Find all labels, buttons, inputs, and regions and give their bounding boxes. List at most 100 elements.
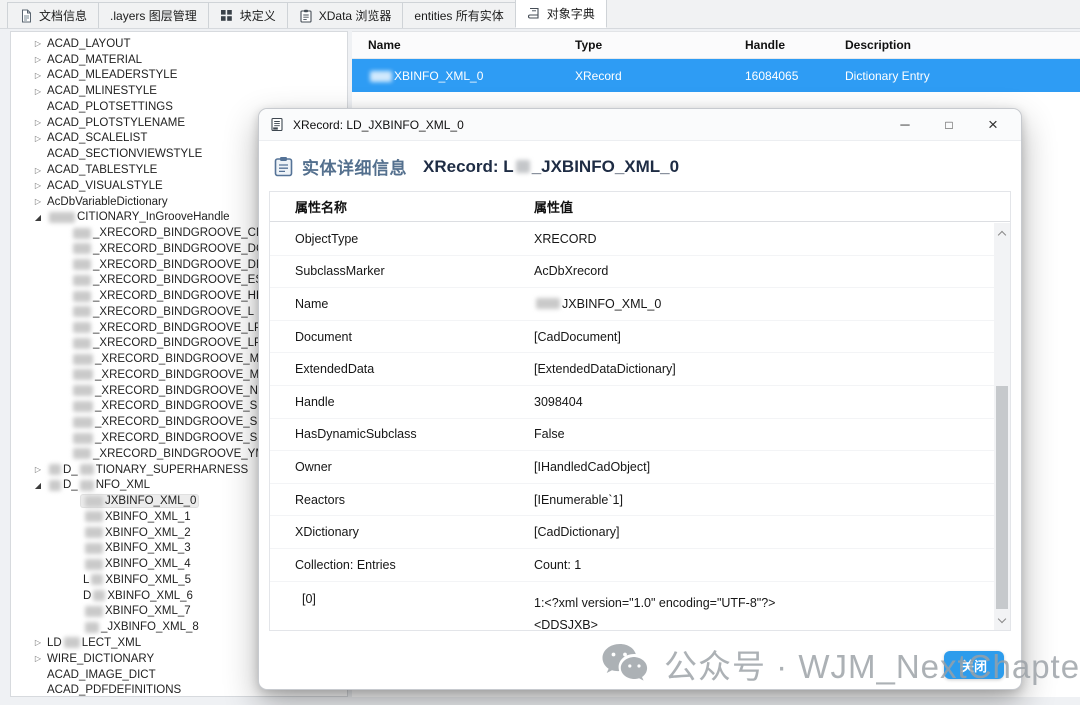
minimize-icon[interactable]: ─ [883,110,927,140]
label-text: XBINFO_XML_0 [394,69,483,83]
redacted-text [80,464,94,475]
scroll-up-icon[interactable] [994,225,1010,241]
label-text: XBINFO_XML_1 [105,511,191,523]
label-text: _XRECORD_BINDGROOVE_S1 [95,400,264,412]
property-value: XRECORD [534,232,994,246]
label-text: TIONARY_SUPERHARNESS [96,464,249,476]
expand-icon[interactable]: ▷ [31,638,45,647]
expand-icon[interactable]: ▷ [31,134,45,143]
dialog-titlebar[interactable]: XRecord: LD_JXBINFO_XML_0 ─□× [259,109,1021,141]
tab-xdata-browser[interactable]: XData 浏览器 [287,2,404,28]
scroll-down-icon[interactable] [994,612,1010,628]
label-text: _XRECORD_BINDGROOVE_MR2 [95,369,274,381]
table-row[interactable]: XBINFO_XML_0XRecord16084065Dictionary En… [352,59,1080,92]
property-value: [CadDocument] [534,330,994,344]
label-text: _XRECORD_BINDGROOVE_S3 [95,432,264,444]
label-text: ACAD_IMAGE_DICT [47,669,156,681]
property-name: Handle [295,395,534,409]
label-text: ACAD_MLINESTYLE [47,85,157,97]
property-name: Document [295,330,534,344]
tree-item-label: XBINFO_XML_3 [81,542,193,554]
tree-item-label: _XRECORD_BINDGROOVE_HR [69,290,266,302]
close-icon[interactable]: × [971,110,1015,140]
property-name: Collection: Entries [295,558,534,572]
property-row: Document[CadDocument] [270,321,994,354]
close-button[interactable]: 关闭 [944,651,1004,679]
redacted-text [64,637,80,648]
redacted-text [536,298,560,309]
expand-icon[interactable]: ▷ [31,87,45,96]
expand-icon[interactable]: ▷ [31,39,45,48]
tree-item-label: _XRECORD_BINDGROOVE_MR2 [69,369,276,381]
properties-table-header: 属性名称 属性值 [270,192,1010,222]
property-value: Count: 1 [534,558,994,572]
property-name: Owner [295,460,534,474]
tab-object-dict[interactable]: 对象字典 [515,0,607,28]
tab-layers[interactable]: .layers 图层管理 [98,2,209,28]
property-name: HasDynamicSubclass [295,427,534,441]
tree-item-label: _XRECORD_BINDGROOVE_N [69,385,260,397]
scrollbar-thumb[interactable] [996,386,1008,609]
label-text: ACAD_MATERIAL [47,54,142,66]
label-text: XBINFO_XML_4 [105,558,191,570]
label-text: XBINFO_XML_5 [105,574,191,586]
label-text: _XRECORD_BINDGROOVE_L [93,306,254,318]
redacted-text [73,306,91,317]
value-line: <DDSJXB> [534,614,994,630]
window-controls: ─□× [883,110,1015,140]
redacted-text [73,243,91,254]
tree-item-label: _XRECORD_BINDGROOVE_MR1 [69,353,276,365]
tree-item[interactable]: ▷ACAD_MATERIAL [11,52,347,68]
tree-item-label: ACAD_SCALELIST [45,132,149,144]
expand-icon[interactable]: ▷ [31,118,45,127]
tree-item-label: _XRECORD_BINDGROOVE_LP2 [69,337,270,349]
tab-doc-info[interactable]: 文档信息 [7,2,99,28]
label-text: _XRECORD_BINDGROOVE_HR [93,290,264,302]
col-handle: Handle [745,38,845,52]
property-row: ObjectTypeXRECORD [270,223,994,256]
cell-type: XRecord [575,69,745,83]
collapse-icon[interactable]: ◢ [31,481,45,490]
label-text: ACAD_PDFDEFINITIONS [47,684,181,696]
redacted-text [73,338,91,349]
property-name: SubclassMarker [295,264,534,278]
tab-entities[interactable]: entities 所有实体 [402,2,515,28]
tree-item-label: _XRECORD_BINDGROOVE_CM [69,227,268,239]
tree-item[interactable]: ▷ACAD_MLEADERSTYLE [11,68,347,84]
tab-label: 块定义 [240,7,276,24]
col-name: Name [368,38,575,52]
tree-item-label: _XRECORD_BINDGROOVE_ESS-C [69,274,285,286]
maximize-icon[interactable]: □ [927,110,971,140]
expand-icon[interactable]: ▷ [31,55,45,64]
tab-block-defs[interactable]: 块定义 [208,2,288,28]
expand-icon[interactable]: ▷ [31,71,45,80]
property-name: [0] [295,592,534,606]
tree-item-label: ACAD_MATERIAL [45,54,144,66]
property-row: Owner[IHandledCadObject] [270,451,994,484]
label-text: XBINFO_XML_6 [107,590,193,602]
expand-icon[interactable]: ▷ [31,465,45,474]
tree-item-label: XBINFO_XML_7 [81,605,193,617]
property-value: JXBINFO_XML_0 [534,297,994,311]
redacted-text [85,527,103,538]
tree-item-label: ACAD_IMAGE_DICT [45,669,158,681]
tree-item-label: LDLECT_XML [45,637,143,649]
redacted-text [49,464,61,475]
tree-item[interactable]: ▷ACAD_MLINESTYLE [11,83,347,99]
tree-item[interactable]: ▷ACAD_LAYOUT [11,36,347,52]
clipboard-icon [299,9,313,23]
redacted-text [73,401,93,412]
label-text: WIRE_DICTIONARY [47,653,154,665]
tree-item-label: XBINFO_XML_2 [81,527,193,539]
scrollbar[interactable] [994,223,1010,630]
collapse-icon[interactable]: ◢ [31,213,45,222]
expand-icon[interactable]: ▷ [31,197,45,206]
tree-item-label: _XRECORD_BINDGROOVE_LP1 [69,322,270,334]
tree-item-label: ACAD_PLOTSTYLENAME [45,117,187,129]
expand-icon[interactable]: ▷ [31,166,45,175]
redacted-text [73,433,93,444]
expand-icon[interactable]: ▷ [31,654,45,663]
property-value: [ExtendedDataDictionary] [534,362,994,376]
expand-icon[interactable]: ▷ [31,181,45,190]
cell-handle: 16084065 [745,69,845,83]
